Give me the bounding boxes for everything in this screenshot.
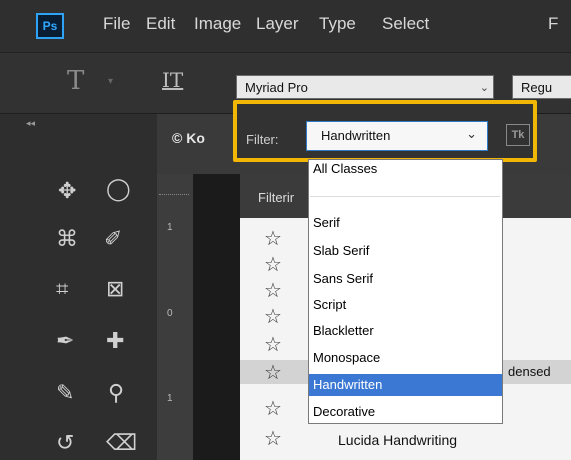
eraser-tool-icon[interactable]: ⌫ (106, 430, 137, 456)
font-family-value: Myriad Pro (245, 80, 308, 95)
favorite-star-icon[interactable]: ☆ (264, 304, 282, 329)
clone-stamp-tool-icon[interactable]: ⚲ (108, 380, 124, 406)
option-monospace[interactable]: Monospace (309, 347, 502, 369)
chevron-down-icon: ⌄ (466, 126, 477, 141)
ruler-mark: 0 (167, 308, 173, 319)
photoshop-logo: Ps (36, 13, 64, 39)
option-blackletter[interactable]: Blackletter (309, 320, 502, 342)
typekit-icon[interactable]: Tk (506, 124, 530, 146)
filter-options-list: All Classes Serif Slab Serif Sans Serif … (308, 159, 503, 424)
ruler-mark: 1 (167, 222, 173, 233)
option-separator (310, 196, 500, 197)
document-tab[interactable]: © Ko (172, 130, 205, 146)
favorite-star-icon[interactable]: ☆ (264, 426, 282, 451)
option-all-classes[interactable]: All Classes (309, 160, 502, 182)
menu-select[interactable]: Select (382, 14, 429, 34)
orientation-toggle-icon[interactable]: IT (162, 68, 183, 92)
tool-preset-chevron-icon[interactable]: ▾ (108, 76, 113, 87)
menu-edit[interactable]: Edit (146, 14, 175, 34)
option-slab-serif[interactable]: Slab Serif (309, 240, 502, 262)
healing-brush-tool-icon[interactable]: ✚ (106, 328, 124, 354)
filtering-label: Filterir (258, 190, 295, 205)
favorite-star-icon[interactable]: ☆ (264, 360, 282, 385)
menu-type[interactable]: Type (319, 14, 356, 34)
frame-tool-icon[interactable]: ⊠ (106, 276, 124, 302)
lasso-tool-icon[interactable]: ⌘ (56, 226, 78, 252)
font-style-value: Regu (521, 80, 553, 95)
ruler-origin (159, 180, 189, 195)
vertical-ruler (157, 174, 194, 460)
favorite-star-icon[interactable]: ☆ (264, 332, 282, 357)
favorite-star-icon[interactable]: ☆ (264, 226, 282, 251)
canvas-area[interactable] (193, 174, 241, 460)
option-script[interactable]: Script (309, 294, 502, 316)
filter-value: Handwritten (321, 128, 391, 143)
marquee-tool-icon[interactable]: ◯ (106, 176, 131, 202)
ruler-mark: 1 (167, 393, 173, 404)
menu-image[interactable]: Image (194, 14, 241, 34)
quick-selection-tool-icon[interactable]: ✐ (104, 226, 122, 252)
history-brush-tool-icon[interactable]: ↺ (56, 430, 74, 456)
brush-tool-icon[interactable]: ✎ (56, 380, 74, 406)
chevron-down-icon: ⌄ (479, 82, 489, 94)
font-style-dropdown[interactable]: Regu (512, 75, 571, 99)
option-sans-serif[interactable]: Sans Serif (309, 268, 502, 290)
menu-layer[interactable]: Layer (256, 14, 299, 34)
type-tool-icon[interactable]: T (67, 66, 84, 96)
font-family-dropdown[interactable]: Myriad Pro ⌄ (236, 75, 494, 99)
option-serif[interactable]: Serif (309, 212, 502, 234)
menu-file[interactable]: File (103, 14, 130, 34)
favorite-star-icon[interactable]: ☆ (264, 396, 282, 421)
favorite-star-icon[interactable]: ☆ (264, 278, 282, 303)
option-handwritten[interactable]: Handwritten (309, 374, 502, 396)
eyedropper-tool-icon[interactable]: ✒ (56, 328, 74, 354)
menu-filter[interactable]: F (548, 14, 558, 34)
filter-dropdown[interactable]: Handwritten ⌄ (306, 121, 488, 151)
tools-panel (0, 114, 157, 460)
font-row-partial-name: densed (508, 364, 551, 379)
collapse-panel-icon[interactable]: ◂◂ (26, 118, 35, 129)
move-tool-icon[interactable]: ✥ (58, 178, 76, 204)
favorite-star-icon[interactable]: ☆ (264, 252, 282, 277)
font-row-name[interactable]: Lucida Handwriting (338, 432, 457, 448)
crop-tool-icon[interactable]: ⌗ (56, 276, 68, 302)
filter-label: Filter: (246, 132, 279, 147)
option-decorative[interactable]: Decorative (309, 401, 502, 423)
